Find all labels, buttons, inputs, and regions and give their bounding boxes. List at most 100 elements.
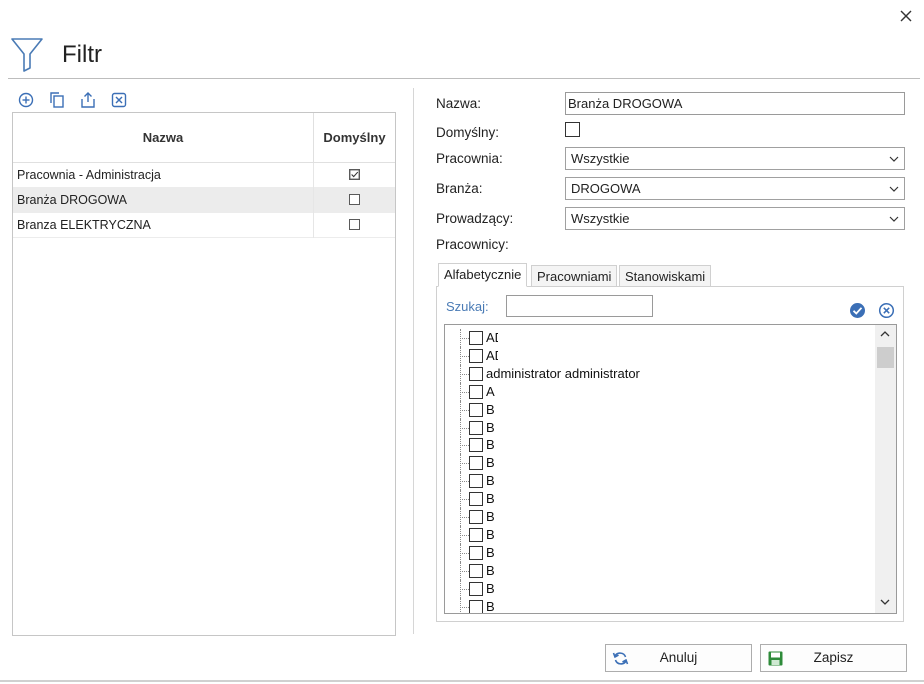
- tree-line: [460, 588, 469, 590]
- name-label: Nazwa:: [436, 96, 482, 111]
- close-icon[interactable]: [896, 6, 916, 26]
- default-checkbox[interactable]: [349, 219, 360, 230]
- employee-checkbox[interactable]: [469, 438, 483, 453]
- tab-alfabetycznie[interactable]: Alfabetycznie: [438, 263, 528, 287]
- scroll-up-icon[interactable]: [879, 329, 891, 339]
- row-name: Branza ELEKTRYCZNA: [17, 218, 151, 232]
- row-default-cell: [313, 163, 395, 188]
- employee-name: B: [486, 562, 495, 578]
- employee-checkbox[interactable]: [469, 581, 483, 596]
- table-row[interactable]: Pracownia - Administracja: [13, 163, 395, 188]
- list-item[interactable]: AD: [445, 346, 875, 365]
- branza-select[interactable]: DROGOWA: [565, 177, 905, 200]
- row-name: Branża DROGOWA: [17, 193, 127, 207]
- default-checkbox[interactable]: [349, 194, 360, 205]
- list-item[interactable]: B: [445, 579, 875, 598]
- grid-header: Nazwa Domyślny: [13, 113, 395, 163]
- list-item[interactable]: AD: [445, 329, 875, 347]
- list-item[interactable]: administrator administrator: [445, 364, 875, 383]
- default-checkbox[interactable]: [565, 122, 580, 137]
- list-item[interactable]: B: [445, 490, 875, 509]
- row-name: Pracownia - Administracja: [17, 168, 161, 182]
- uncheck-all-icon[interactable]: [878, 302, 895, 319]
- employee-checkbox[interactable]: [469, 402, 483, 417]
- search-input[interactable]: [506, 295, 653, 317]
- check-all-icon[interactable]: [849, 302, 866, 319]
- pracownia-value: Wszystkie: [571, 151, 630, 166]
- table-row[interactable]: Branza ELEKTRYCZNA: [13, 213, 395, 238]
- row-default-cell: [313, 213, 395, 238]
- save-label: Zapisz: [813, 650, 854, 665]
- employee-checkbox[interactable]: [469, 366, 483, 381]
- employee-checkbox[interactable]: [469, 563, 483, 578]
- list-item[interactable]: B: [445, 525, 875, 544]
- add-icon[interactable]: [17, 91, 35, 109]
- employee-checkbox[interactable]: [469, 474, 483, 489]
- list-item[interactable]: B: [445, 418, 875, 437]
- search-label: Szukaj:: [446, 299, 489, 314]
- tree-line: [460, 606, 469, 608]
- chevron-down-icon: [889, 216, 899, 222]
- list-item[interactable]: B: [445, 597, 875, 613]
- employee-checkbox[interactable]: [469, 384, 483, 399]
- tree-line: [460, 427, 469, 429]
- prowadzacy-value: Wszystkie: [571, 211, 630, 226]
- list-item[interactable]: B: [445, 508, 875, 526]
- employee-name: B: [486, 473, 495, 489]
- export-icon[interactable]: [79, 91, 97, 109]
- employee-name: AD: [486, 347, 498, 363]
- employee-name: B: [486, 437, 495, 453]
- employee-checkbox[interactable]: [469, 599, 483, 613]
- employee-name: B: [486, 580, 495, 596]
- list-item[interactable]: A: [445, 382, 875, 401]
- employees-tree: ADADadministrator administratorABBBBBBBB…: [444, 324, 897, 614]
- cancel-label: Anuluj: [659, 650, 698, 665]
- delete-icon[interactable]: [110, 91, 128, 109]
- table-row-selected[interactable]: Branża DROGOWA: [13, 188, 395, 213]
- default-label: Domyślny:: [436, 125, 500, 140]
- prowadzacy-label: Prowadzący:: [436, 211, 514, 226]
- copy-icon[interactable]: [48, 91, 66, 109]
- pracownia-select[interactable]: Wszystkie: [565, 147, 905, 170]
- branza-value: DROGOWA: [571, 181, 641, 196]
- column-header-default[interactable]: Domyślny: [313, 113, 395, 162]
- list-item[interactable]: B: [445, 561, 875, 580]
- employee-name: B: [486, 455, 495, 471]
- employee-checkbox[interactable]: [469, 420, 483, 435]
- tree-line: [460, 463, 469, 465]
- title-separator: [8, 78, 920, 79]
- name-field[interactable]: Branża DROGOWA: [565, 92, 905, 115]
- save-button[interactable]: Zapisz: [760, 644, 907, 672]
- employee-checkbox[interactable]: [469, 348, 483, 363]
- employee-checkbox[interactable]: [469, 492, 483, 507]
- bottom-border: [0, 680, 924, 682]
- tree-line: [460, 481, 469, 483]
- scroll-down-icon[interactable]: [879, 597, 891, 607]
- tree-line: [460, 445, 469, 447]
- list-item[interactable]: B: [445, 454, 875, 473]
- scrollbar-thumb[interactable]: [877, 347, 894, 368]
- employee-name: AD: [486, 330, 498, 345]
- pracownicy-label: Pracownicy:: [436, 237, 509, 252]
- list-item[interactable]: B: [445, 400, 875, 419]
- cancel-button[interactable]: Anuluj: [605, 644, 752, 672]
- prowadzacy-select[interactable]: Wszystkie: [565, 207, 905, 230]
- employee-name: A: [486, 383, 495, 399]
- tree-line: [460, 499, 469, 501]
- list-item[interactable]: B: [445, 543, 875, 562]
- employee-checkbox[interactable]: [469, 510, 483, 524]
- tab-pracowniami[interactable]: Pracowniami: [531, 265, 618, 287]
- employee-checkbox[interactable]: [469, 527, 483, 542]
- employees-list: ADADadministrator administratorABBBBBBBB…: [445, 325, 875, 613]
- column-header-name[interactable]: Nazwa: [13, 113, 313, 162]
- vertical-scrollbar[interactable]: [875, 325, 896, 613]
- employee-checkbox[interactable]: [469, 545, 483, 560]
- tree-line: [460, 338, 469, 339]
- employee-checkbox[interactable]: [469, 456, 483, 471]
- default-checkbox-checked[interactable]: [349, 169, 360, 180]
- tree-line: [460, 373, 469, 375]
- tab-stanowiskami[interactable]: Stanowiskami: [619, 265, 712, 287]
- employee-checkbox[interactable]: [469, 331, 483, 345]
- list-item[interactable]: B: [445, 436, 875, 455]
- list-item[interactable]: B: [445, 472, 875, 491]
